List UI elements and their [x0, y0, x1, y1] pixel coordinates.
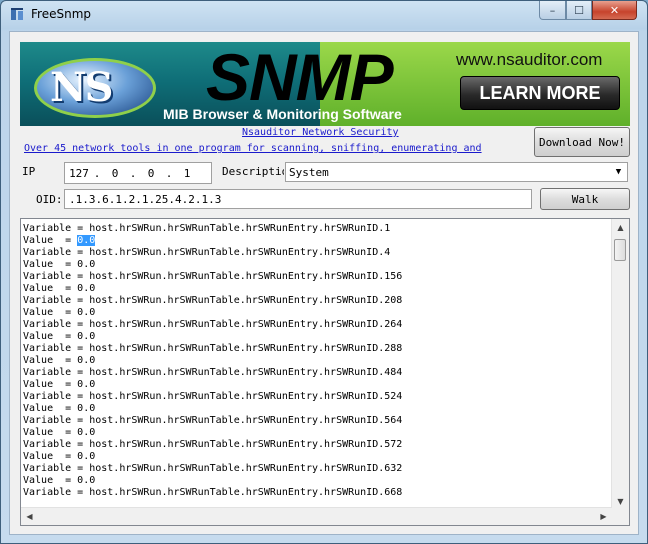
oid-label: OID:	[36, 193, 63, 206]
horizontal-scrollbar[interactable]: ◀ ▶	[21, 507, 612, 525]
result-line: Variable = host.hrSWRun.hrSWRunTable.hrS…	[23, 319, 403, 330]
description-select[interactable]: System ▼	[285, 162, 628, 182]
ns-logo-text: NS	[50, 64, 113, 111]
oid-input[interactable]: .1.3.6.1.2.1.25.4.2.1.3	[64, 189, 532, 209]
ip-octet-4[interactable]: 1	[173, 167, 201, 180]
ip-octet-2[interactable]: 0	[101, 167, 129, 180]
app-window: FreeSnmp – ☐ ✕ NS SNMP MIB Browser & Mon…	[0, 0, 648, 544]
banner-product: SNMP	[206, 42, 394, 114]
scroll-thumb[interactable]	[614, 239, 626, 261]
walk-button[interactable]: Walk	[540, 188, 630, 210]
result-line: Variable = host.hrSWRun.hrSWRunTable.hrS…	[23, 367, 403, 378]
vendor-link[interactable]: Nsauditor Network Security	[242, 127, 399, 138]
result-line-prefix: Value =	[23, 235, 78, 246]
scroll-down-icon[interactable]: ▼	[612, 493, 629, 509]
chevron-down-icon[interactable]: ▼	[610, 163, 627, 181]
title-bar[interactable]: FreeSnmp – ☐ ✕	[1, 1, 647, 29]
close-button[interactable]: ✕	[592, 1, 637, 20]
result-line: Variable = host.hrSWRun.hrSWRunTable.hrS…	[23, 223, 391, 234]
banner-url: www.nsauditor.com	[456, 50, 603, 69]
result-line: Variable = host.hrSWRun.hrSWRunTable.hrS…	[23, 439, 403, 450]
app-icon	[11, 8, 23, 20]
ad-banner[interactable]: NS SNMP MIB Browser & Monitoring Softwar…	[20, 42, 630, 126]
result-line: Variable = host.hrSWRun.hrSWRunTable.hrS…	[23, 271, 403, 282]
maximize-button[interactable]: ☐	[566, 1, 592, 20]
minimize-button[interactable]: –	[539, 1, 566, 20]
result-line: Variable = host.hrSWRun.hrSWRunTable.hrS…	[23, 247, 391, 258]
description-value: System	[289, 165, 329, 179]
ip-address-input[interactable]: 127. 0. 0. 1	[64, 162, 212, 184]
result-line: Value = 0.0	[23, 235, 402, 247]
results-list: Variable = host.hrSWRun.hrSWRunTable.hrS…	[23, 223, 402, 499]
result-line: Variable = host.hrSWRun.hrSWRunTable.hrS…	[23, 295, 403, 306]
result-line: Value = 0.0	[23, 451, 96, 462]
result-line: Variable = host.hrSWRun.hrSWRunTable.hrS…	[23, 487, 403, 498]
result-line: Variable = host.hrSWRun.hrSWRunTable.hrS…	[23, 391, 403, 402]
vertical-scrollbar[interactable]: ▲ ▼	[611, 219, 629, 509]
ip-label: IP	[22, 165, 36, 178]
result-line: Value = 0.0	[23, 259, 96, 270]
scroll-right-icon[interactable]: ▶	[595, 508, 612, 525]
window-title: FreeSnmp	[31, 7, 91, 21]
ip-octet-3[interactable]: 0	[137, 167, 165, 180]
result-line: Value = 0.0	[23, 427, 96, 438]
result-line: Value = 0.0	[23, 403, 96, 414]
ip-separator: .	[165, 166, 173, 180]
results-textarea[interactable]: Variable = host.hrSWRun.hrSWRunTable.hrS…	[20, 218, 630, 526]
promo-link[interactable]: Over 45 network tools in one program for…	[24, 143, 482, 154]
scroll-up-icon[interactable]: ▲	[612, 219, 629, 235]
result-line: Value = 0.0	[23, 379, 96, 390]
result-line: Variable = host.hrSWRun.hrSWRunTable.hrS…	[23, 343, 403, 354]
banner-subtitle: MIB Browser & Monitoring Software	[163, 106, 402, 122]
result-line: Value = 0.0	[23, 355, 96, 366]
result-line: Variable = host.hrSWRun.hrSWRunTable.hrS…	[23, 463, 403, 474]
result-line: Value = 0.0	[23, 331, 96, 342]
selected-value[interactable]: 0.0	[77, 235, 96, 246]
result-line: Value = 0.0	[23, 307, 96, 318]
ip-octet-1[interactable]: 127	[65, 167, 93, 180]
result-line: Value = 0.0	[23, 283, 96, 294]
main-panel: NS SNMP MIB Browser & Monitoring Softwar…	[9, 31, 639, 535]
download-now-button[interactable]: Download Now!	[534, 127, 630, 157]
learn-more-button[interactable]: LEARN MORE	[460, 76, 620, 110]
ip-separator: .	[93, 166, 101, 180]
result-line: Value = 0.0	[23, 475, 96, 486]
result-line: Variable = host.hrSWRun.hrSWRunTable.hrS…	[23, 415, 403, 426]
description-label: Description	[222, 165, 284, 178]
scroll-left-icon[interactable]: ◀	[21, 508, 38, 525]
scrollbar-corner	[612, 508, 629, 525]
ip-separator: .	[129, 166, 137, 180]
